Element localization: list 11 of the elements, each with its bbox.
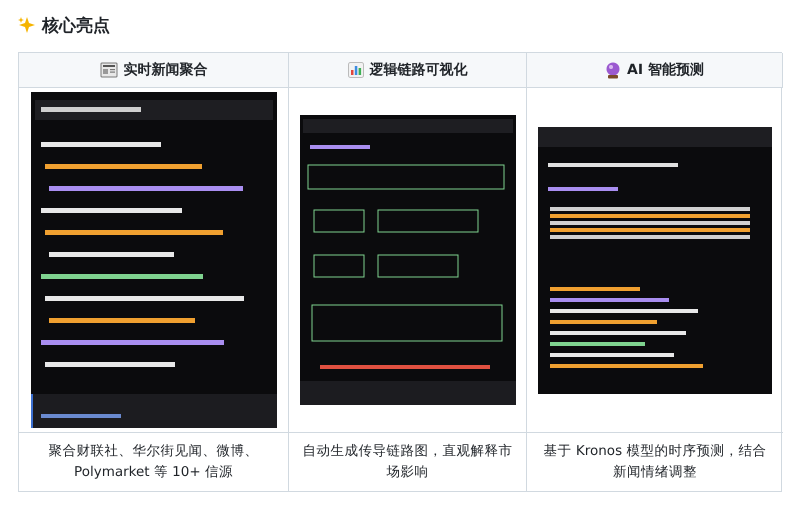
newspaper-icon (100, 62, 118, 78)
section-title: 核心亮点 (42, 14, 110, 36)
feature-caption: 聚合财联社、华尔街见闻、微博、Polymarket 等 10+ 信源 (48, 442, 260, 482)
column-header: 逻辑链路可视化 (370, 61, 468, 79)
crystal-ball-icon (605, 62, 622, 78)
column-header: AI 智能预测 (627, 61, 704, 79)
feature-caption: 自动生成传导链路图，直观解释市场影响 (302, 442, 514, 482)
feature-caption: 基于 Kronos 模型的时序预测，结合新闻情绪调整 (542, 442, 768, 482)
sparkles-icon (18, 16, 36, 34)
column-header: 实时新闻聚合 (124, 61, 208, 79)
bar-chart-icon (348, 62, 364, 78)
